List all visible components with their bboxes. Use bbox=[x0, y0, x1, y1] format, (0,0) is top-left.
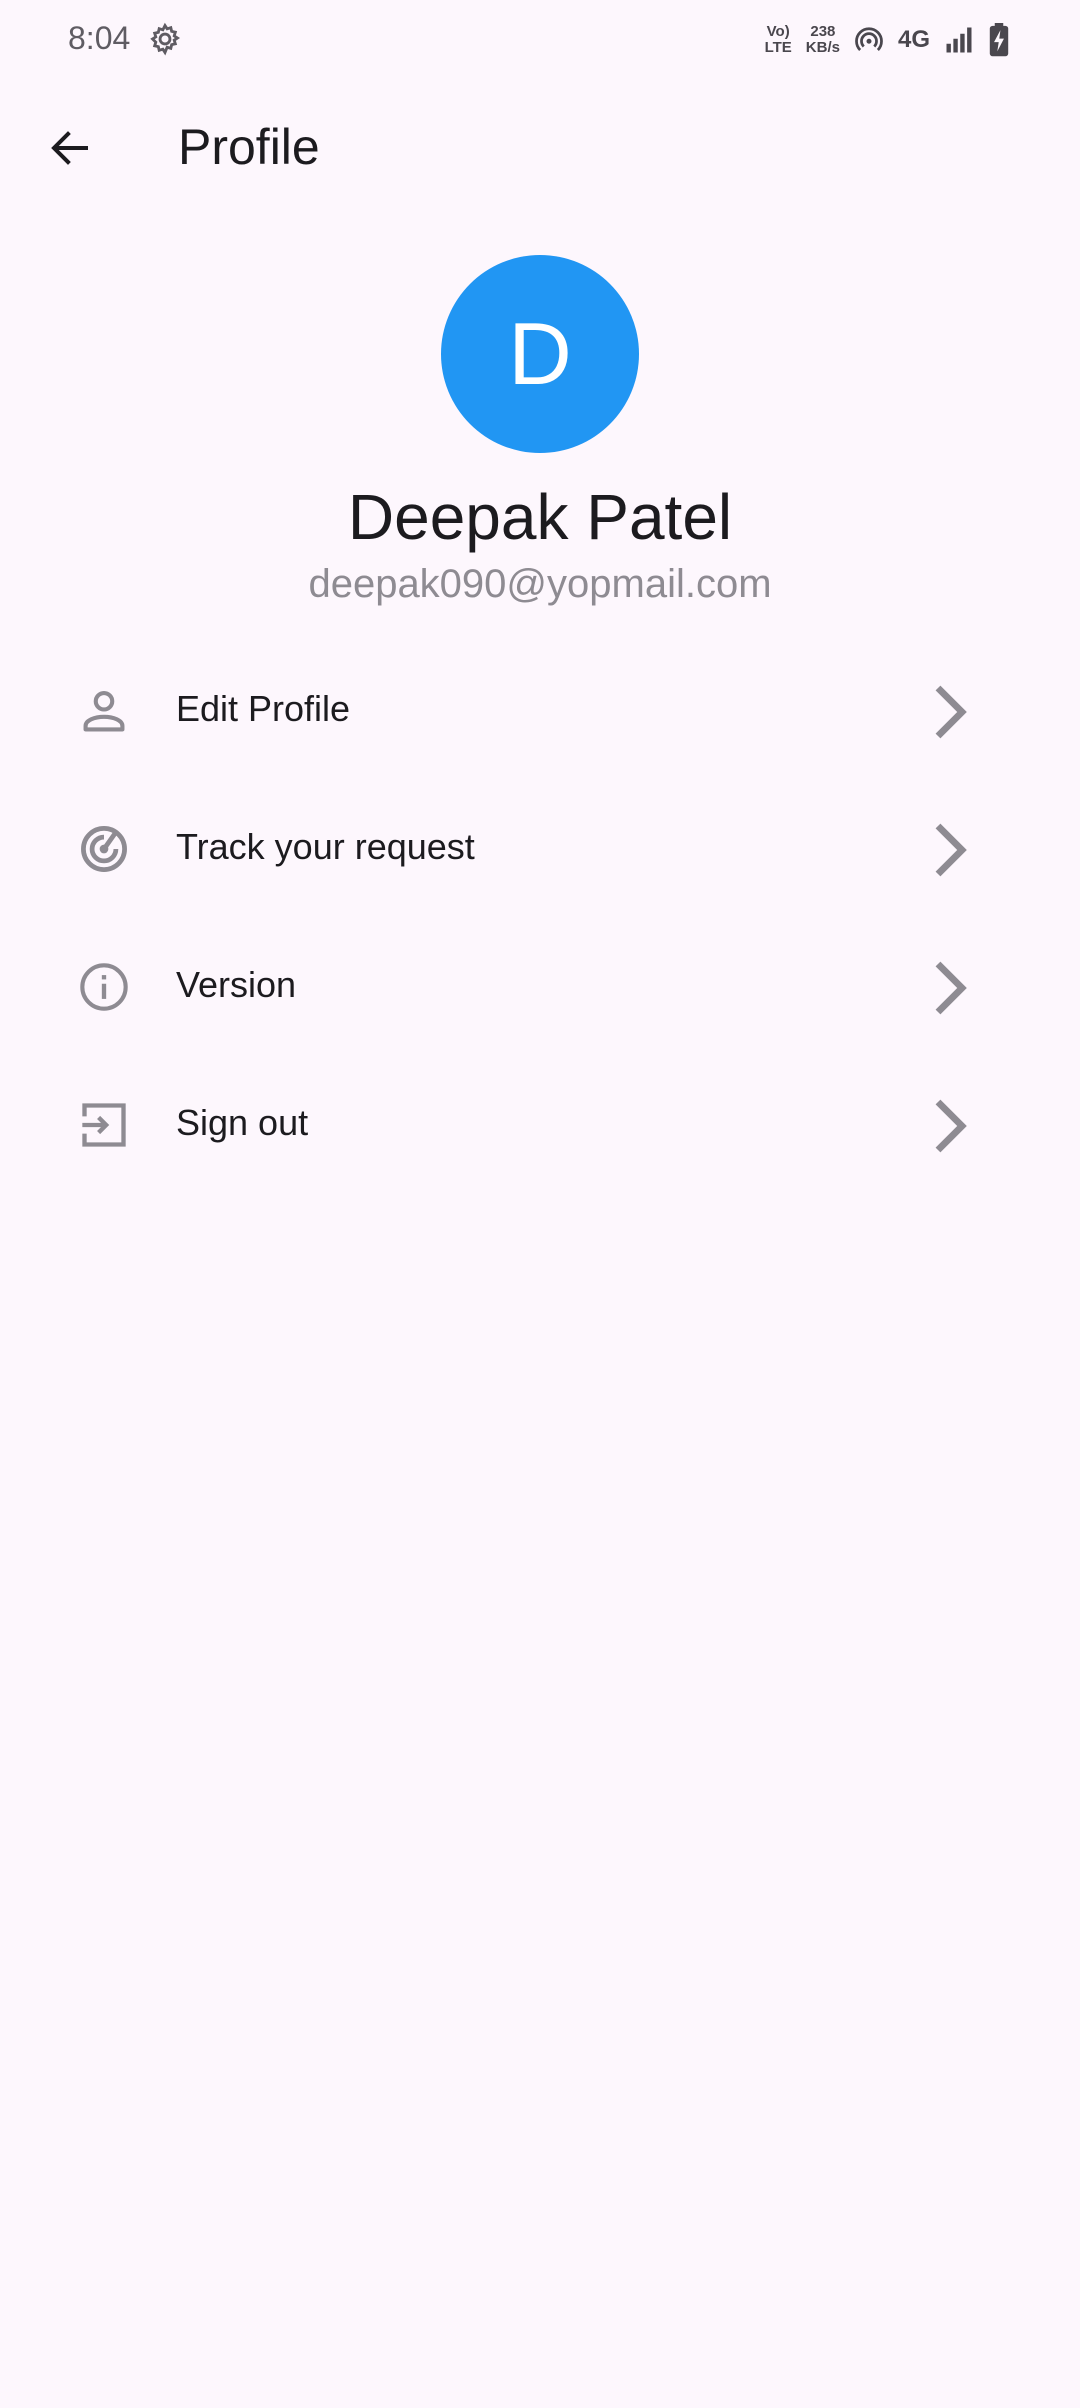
sign-out-icon bbox=[82, 1103, 126, 1147]
menu-item-edit-profile[interactable]: Edit Profile bbox=[0, 640, 1080, 778]
arrow-back-icon bbox=[51, 131, 88, 165]
speed-unit: KB/s bbox=[805, 39, 840, 56]
menu-item-sign-out[interactable]: Sign out bbox=[0, 1054, 1080, 1192]
volte-indicator: Vo) LTE bbox=[765, 24, 792, 56]
chevron-right-icon bbox=[935, 1099, 967, 1153]
menu-label-track-request: Track your request bbox=[176, 826, 475, 867]
hotspot-icon bbox=[855, 27, 883, 51]
menu-label-edit-profile: Edit Profile bbox=[176, 688, 351, 729]
battery-charging-icon bbox=[989, 23, 1009, 57]
page-title: Profile bbox=[178, 119, 320, 175]
app-bar: Profile bbox=[0, 90, 1080, 206]
person-icon bbox=[83, 690, 125, 732]
volte-top: Vo) bbox=[766, 23, 790, 40]
menu-item-version[interactable]: Version bbox=[0, 916, 1080, 1054]
track-icon bbox=[81, 826, 127, 872]
speed-value: 238 bbox=[810, 23, 836, 40]
info-icon bbox=[80, 963, 128, 1011]
status-time: 8:04 bbox=[68, 20, 131, 56]
avatar: D bbox=[441, 255, 639, 453]
user-email: deepak090@yopmail.com bbox=[308, 562, 772, 606]
network-type: 4G bbox=[897, 26, 930, 53]
avatar-initial: D bbox=[508, 304, 572, 403]
menu-label-sign-out: Sign out bbox=[176, 1102, 309, 1143]
status-bar: 8:04 Vo) LTE 238 KB/s 4G bbox=[0, 0, 1080, 80]
signal-icon bbox=[946, 27, 972, 53]
settings-gear-icon bbox=[150, 22, 181, 56]
status-icons: Vo) LTE 238 KB/s 4G bbox=[765, 18, 1010, 62]
back-button[interactable] bbox=[34, 112, 106, 184]
chevron-right-icon bbox=[935, 823, 967, 877]
chevron-right-icon bbox=[935, 961, 967, 1015]
network-speed: 238 KB/s bbox=[806, 24, 840, 56]
volte-bottom: LTE bbox=[764, 39, 792, 56]
menu-label-version: Version bbox=[176, 964, 297, 1005]
menu-item-track-request[interactable]: Track your request bbox=[0, 778, 1080, 916]
chevron-right-icon bbox=[935, 685, 967, 739]
user-name: Deepak Patel bbox=[347, 481, 733, 553]
